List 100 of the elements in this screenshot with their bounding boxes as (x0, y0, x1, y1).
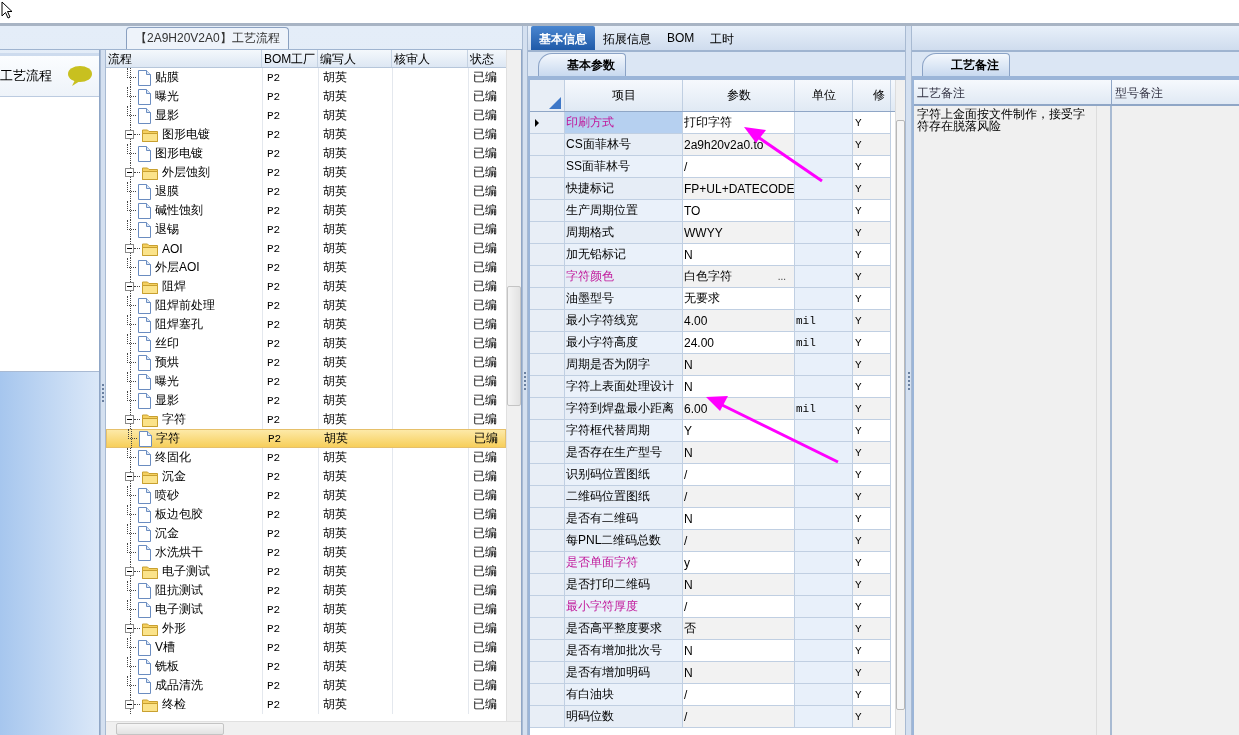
table-cell: 已编 (468, 619, 505, 638)
tab[interactable]: 工时 (702, 26, 743, 50)
table-cell: 已编 (468, 239, 505, 258)
tree-row[interactable]: 外形 P2 胡英 已编 (106, 619, 506, 638)
column-header[interactable]: 修 (853, 80, 891, 111)
tab[interactable]: BOM (659, 26, 703, 50)
column-header[interactable]: 核审人 (392, 50, 468, 67)
table-cell: Y (853, 134, 891, 156)
horizontal-scrollbar[interactable] (106, 721, 521, 735)
table-cell: 已编 (468, 372, 505, 391)
node-label: 外层AOI (155, 259, 200, 276)
splitter[interactable] (100, 50, 106, 735)
table-cell (795, 684, 853, 706)
collapse-icon[interactable] (125, 700, 134, 709)
table-cell: 是否有增加明码 (565, 662, 683, 684)
tree-row[interactable]: AOI P2 胡英 已编 (106, 239, 506, 258)
column-header[interactable]: 编写人 (318, 50, 392, 67)
tree-row[interactable]: 图形电镀 P2 胡英 已编 (106, 125, 506, 144)
tree-row[interactable]: 喷砂 P2 胡英 已编 (106, 486, 506, 505)
table-cell: 胡英 (318, 562, 392, 581)
collapse-icon[interactable] (125, 472, 134, 481)
tree-row[interactable]: 铣板 P2 胡英 已编 (106, 657, 506, 676)
column-header[interactable]: 单位 (795, 80, 853, 111)
vertical-scrollbar[interactable] (895, 80, 905, 735)
node-label: 阻焊塞孔 (155, 316, 203, 333)
column-header[interactable]: 流程 (106, 50, 262, 67)
column-header[interactable]: 型号备注 (1112, 80, 1239, 104)
tree-row[interactable]: 电子测试 P2 胡英 已编 (106, 600, 506, 619)
tree-row[interactable]: 沉金 P2 胡英 已编 (106, 467, 506, 486)
ellipsis-button[interactable]: ... (777, 271, 786, 282)
table-cell: 胡英 (318, 182, 392, 201)
subtab[interactable]: 基本参数 (538, 53, 626, 76)
tree-row[interactable]: 显影 P2 胡英 已编 (106, 106, 506, 125)
tree-row[interactable]: 退膜 P2 胡英 已编 (106, 182, 506, 201)
tab[interactable]: 拓展信息 (595, 26, 659, 50)
collapse-icon[interactable] (125, 244, 134, 253)
collapse-icon[interactable] (125, 168, 134, 177)
node-label: 丝印 (155, 335, 179, 352)
node-label: 阻焊前处理 (155, 297, 215, 314)
table-cell: P2 (262, 201, 318, 220)
table-cell: CS面菲林号 (565, 134, 683, 156)
tab[interactable]: 基本信息 (531, 26, 595, 50)
tree-row[interactable]: 丝印 P2 胡英 已编 (106, 334, 506, 353)
tree-row[interactable]: 阻焊塞孔 P2 胡英 已编 (106, 315, 506, 334)
tree-row[interactable]: 退锡 P2 胡英 已编 (106, 220, 506, 239)
collapse-icon[interactable] (125, 282, 134, 291)
folder-icon (142, 469, 158, 484)
subtab[interactable]: 工艺备注 (922, 53, 1010, 76)
tree-row[interactable]: 预烘 P2 胡英 已编 (106, 353, 506, 372)
table-cell (795, 706, 853, 728)
tree-row[interactable]: 终检 P2 胡英 已编 (106, 695, 506, 714)
table-cell: P2 (262, 334, 318, 353)
column-header[interactable]: BOM工厂 (262, 50, 318, 67)
panel-title: 【2A9H20V2A0】工艺流程 (126, 27, 289, 49)
tree-row[interactable]: 水洗烘干 P2 胡英 已编 (106, 543, 506, 562)
tree-row[interactable]: 外层蚀刻 P2 胡英 已编 (106, 163, 506, 182)
tree-row[interactable]: 显影 P2 胡英 已编 (106, 391, 506, 410)
tree-row[interactable]: 外层AOI P2 胡英 已编 (106, 258, 506, 277)
tree-row[interactable]: 曝光 P2 胡英 已编 (106, 372, 506, 391)
tree-row[interactable]: 板边包胶 P2 胡英 已编 (106, 505, 506, 524)
tree-row[interactable]: 电子测试 P2 胡英 已编 (106, 562, 506, 581)
tree-row[interactable]: 沉金 P2 胡英 已编 (106, 524, 506, 543)
column-header[interactable]: 状态 (468, 50, 505, 67)
splitter[interactable] (905, 26, 912, 735)
table-cell: mil (795, 310, 853, 332)
tree-row[interactable]: 字符 P2 胡英 已编 (106, 429, 506, 448)
node-label: 板边包胶 (155, 506, 203, 523)
table-cell (795, 376, 853, 398)
note-field[interactable]: 字符上金面按文件制作，接受字符存在脱落风险 (914, 106, 1112, 735)
document-icon (139, 430, 152, 447)
tree-row[interactable]: 曝光 P2 胡英 已编 (106, 87, 506, 106)
tree-row[interactable]: V槽 P2 胡英 已编 (106, 638, 506, 657)
table-cell: 是否高平整度要求 (565, 618, 683, 640)
table-cell: / (683, 706, 795, 728)
tree-row[interactable]: 碱性蚀刻 P2 胡英 已编 (106, 201, 506, 220)
tree-row[interactable]: 图形电镀 P2 胡英 已编 (106, 144, 506, 163)
column-header[interactable]: 项目 (565, 80, 683, 111)
collapse-icon[interactable] (125, 415, 134, 424)
collapse-icon[interactable] (125, 567, 134, 576)
tree-row[interactable]: 阻抗测试 P2 胡英 已编 (106, 581, 506, 600)
collapse-icon[interactable] (125, 624, 134, 633)
tree-row[interactable]: 成品清洗 P2 胡英 已编 (106, 676, 506, 695)
folder-icon (142, 564, 158, 579)
tree-row[interactable]: 阻焊前处理 P2 胡英 已编 (106, 296, 506, 315)
table-cell: 已编 (468, 68, 505, 87)
collapse-icon[interactable] (125, 130, 134, 139)
table-cell: P2 (262, 182, 318, 201)
table-cell: P2 (262, 467, 318, 486)
vertical-scrollbar[interactable] (506, 50, 521, 721)
value-field[interactable]: 白色字符 ... (683, 266, 795, 288)
tree-row[interactable]: 贴膜 P2 胡英 已编 (106, 68, 506, 87)
document-icon (138, 639, 151, 656)
tree-row[interactable]: 阻焊 P2 胡英 已编 (106, 277, 506, 296)
row-header[interactable] (530, 112, 565, 134)
column-header[interactable]: 工艺备注 (914, 80, 1112, 104)
side-header[interactable]: 工艺流程 (0, 53, 99, 97)
table-cell: P2 (262, 163, 318, 182)
tree-row[interactable]: 终固化 P2 胡英 已编 (106, 448, 506, 467)
folder-icon (142, 127, 158, 142)
column-header[interactable]: 参数 (683, 80, 795, 111)
